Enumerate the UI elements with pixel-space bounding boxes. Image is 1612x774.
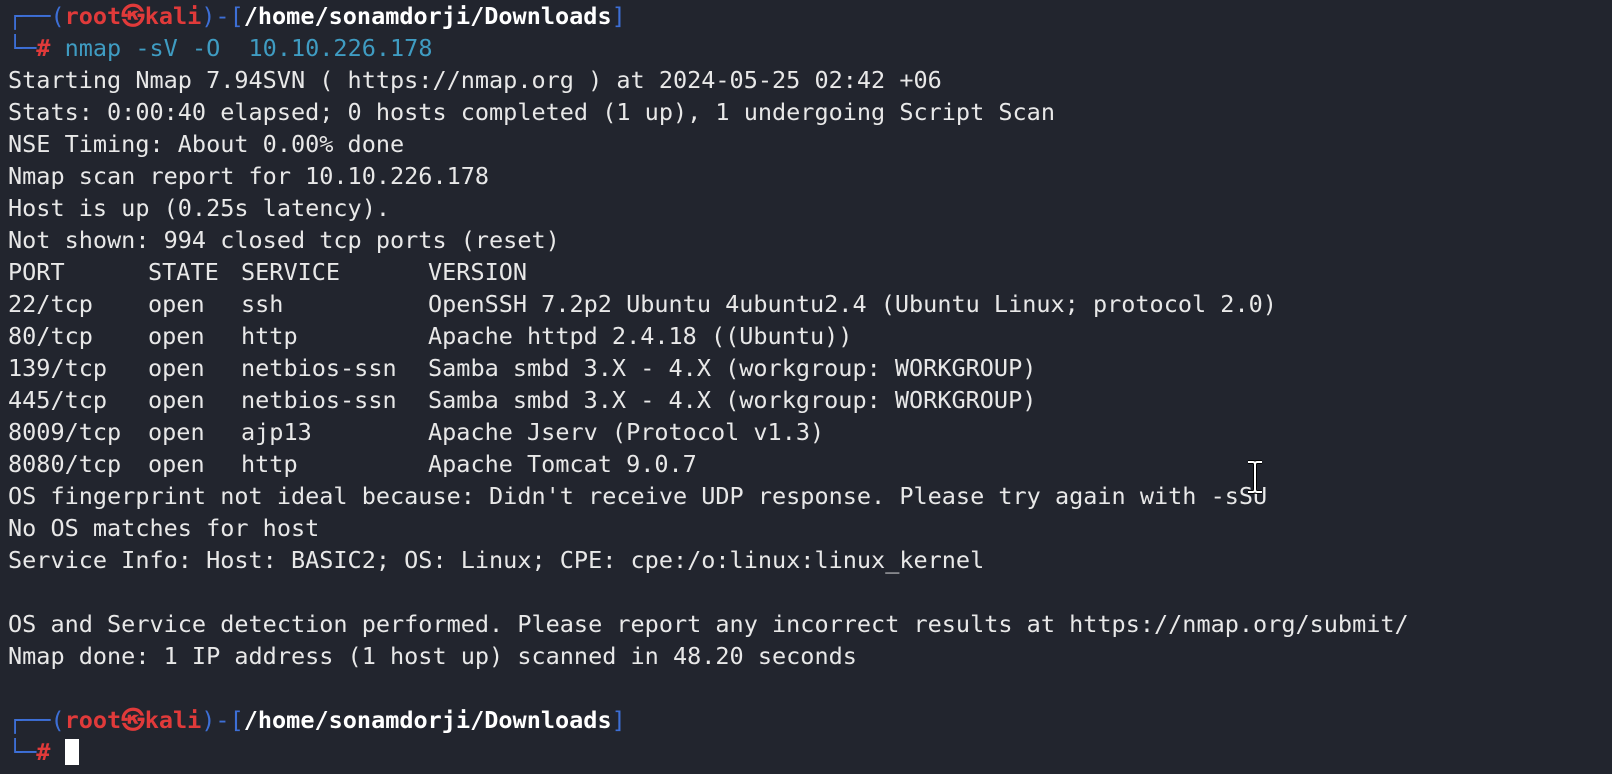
table-row: 8009/tcp open ajp13 Apache Jserv (Protoc…	[8, 416, 1277, 448]
cell-port: 445/tcp	[8, 386, 108, 414]
output-line: Host is up (0.25s latency).	[8, 194, 391, 222]
cell-version: Samba smbd 3.X - 4.X (workgroup: WORKGRO…	[428, 386, 1037, 414]
prompt-line-top: ┌──(root㉿kali)-[/home/sonamdorji/Downloa…	[8, 704, 1612, 736]
prompt-frame: )-[	[201, 2, 244, 30]
cell-state: open	[148, 386, 205, 414]
prompt-frame: └─	[8, 738, 37, 766]
cell-service: ajp13	[241, 418, 312, 446]
cell-version: OpenSSH 7.2p2 Ubuntu 4ubuntu2.4 (Ubuntu …	[428, 290, 1277, 318]
table-row: 445/tcp open netbios-ssn Samba smbd 3.X …	[8, 384, 1277, 416]
header-version: VERSION	[428, 258, 528, 286]
prompt-host: kali	[144, 706, 202, 734]
cell-port: 8080/tcp	[8, 450, 122, 478]
cell-state: open	[148, 418, 205, 446]
prompt-frame: )-[	[201, 706, 244, 734]
cell-port: 80/tcp	[8, 322, 93, 350]
table-row: 22/tcp open ssh OpenSSH 7.2p2 Ubuntu 4ub…	[8, 288, 1277, 320]
output-line: Service Info: Host: BASIC2; OS: Linux; C…	[8, 546, 985, 574]
cell-version: Apache Jserv (Protocol v1.3)	[428, 418, 825, 446]
prompt-hash: #	[36, 34, 51, 62]
prompt-hash: #	[36, 738, 51, 766]
prompt-path: /home/sonamdorji/Downloads	[243, 706, 612, 734]
output-line: OS and Service detection performed. Plea…	[8, 610, 1409, 638]
output-line: Not shown: 994 closed tcp ports (reset)	[8, 226, 560, 254]
cell-state: open	[148, 290, 205, 318]
prompt-user: root	[64, 706, 122, 734]
ports-table-header: PORT STATE SERVICE VERSION	[8, 256, 1277, 288]
text-cursor[interactable]	[64, 739, 79, 765]
output-line: Starting Nmap 7.94SVN ( https://nmap.org…	[8, 66, 942, 94]
prompt-frame: ]	[611, 2, 626, 30]
cell-version: Samba smbd 3.X - 4.X (workgroup: WORKGRO…	[428, 354, 1037, 382]
output-line: Nmap done: 1 IP address (1 host up) scan…	[8, 642, 857, 670]
output-line: OS fingerprint not ideal because: Didn't…	[8, 482, 1268, 510]
output-line: Nmap scan report for 10.10.226.178	[8, 162, 490, 190]
header-port: PORT	[8, 258, 65, 286]
prompt-frame: ┌──(	[8, 706, 65, 734]
cell-state: open	[148, 450, 205, 478]
prompt-frame: └─	[8, 34, 37, 62]
prompt-host: kali	[144, 2, 202, 30]
prompt-frame: ┌──(	[8, 2, 65, 30]
cell-port: 8009/tcp	[8, 418, 122, 446]
output-line: NSE Timing: About 0.00% done	[8, 130, 405, 158]
cell-version: Apache httpd 2.4.18 ((Ubuntu))	[428, 322, 853, 350]
cell-service: http	[241, 450, 298, 478]
cell-service: netbios-ssn	[241, 386, 397, 414]
entered-command: nmap -sV -O 10.10.226.178	[64, 34, 433, 62]
table-row: 139/tcp open netbios-ssn Samba smbd 3.X …	[8, 352, 1277, 384]
cell-service: http	[241, 322, 298, 350]
cell-service: netbios-ssn	[241, 354, 397, 382]
prompt-at-symbol: ㉿	[121, 2, 145, 30]
table-row: 8080/tcp open http Apache Tomcat 9.0.7	[8, 448, 1277, 480]
terminal-window[interactable]: ┌──(root㉿kali)-[/home/sonamdorji/Downloa…	[0, 0, 1612, 774]
input-line[interactable]: └─#	[8, 736, 1612, 768]
command-line: └─# nmap -sV -O 10.10.226.178	[8, 32, 1612, 64]
output-line: No OS matches for host	[8, 514, 320, 542]
header-state: STATE	[148, 258, 219, 286]
prompt-at-symbol: ㉿	[121, 706, 145, 734]
output-line: Stats: 0:00:40 elapsed; 0 hosts complete…	[8, 98, 1055, 126]
cell-version: Apache Tomcat 9.0.7	[428, 450, 697, 478]
cell-service: ssh	[241, 290, 284, 318]
prompt-path: /home/sonamdorji/Downloads	[243, 2, 612, 30]
prompt-user: root	[64, 2, 122, 30]
header-service: SERVICE	[241, 258, 341, 286]
prompt-frame: ]	[611, 706, 626, 734]
cell-port: 139/tcp	[8, 354, 108, 382]
prompt-line-top: ┌──(root㉿kali)-[/home/sonamdorji/Downloa…	[8, 0, 1612, 32]
cell-port: 22/tcp	[8, 290, 93, 318]
cell-state: open	[148, 322, 205, 350]
table-row: 80/tcp open http Apache httpd 2.4.18 ((U…	[8, 320, 1277, 352]
cell-state: open	[148, 354, 205, 382]
ports-table: PORT STATE SERVICE VERSION 22/tcp open s…	[8, 256, 1277, 480]
